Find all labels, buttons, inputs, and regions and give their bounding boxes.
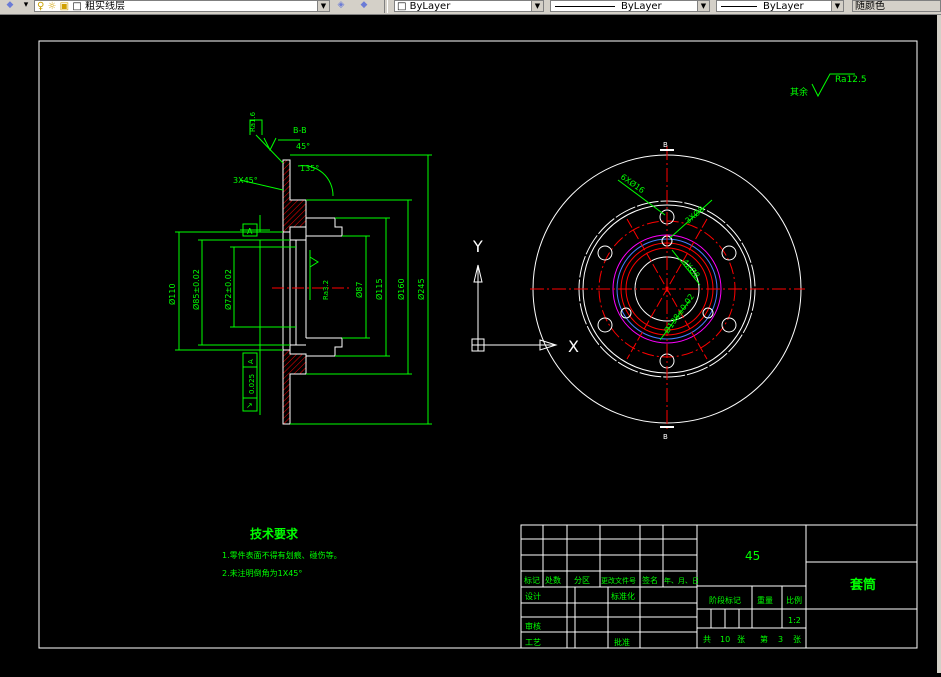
color-value: ByLayer [409,1,451,12]
lock-icon: ▣ [59,1,70,12]
chamfer-3x45-label: 3X45° [233,176,258,185]
ucs-x-label: X [568,337,579,356]
dim-left-2: Ø85±0.02 [191,269,201,310]
title-sheet-no: 3 [778,635,783,644]
section-label: B-B [293,126,307,135]
dim-right-4: Ø245 [416,278,426,300]
title-part-name: 套筒 [849,577,876,593]
chevron-down-icon[interactable]: ▼ [697,1,709,11]
title-sheet-no-prefix: 第 [760,634,768,644]
plotstyle-dropdown[interactable]: 随颜色 [852,0,941,12]
ucs-y-label: Y [472,237,483,256]
dim-left-3: Ø72±0.02 [223,269,233,310]
layer-dropdown-left-arrow-icon[interactable]: ▾ [20,0,32,11]
lineweight-dropdown[interactable]: ByLayer ▼ [716,0,844,12]
chamfer-angle-label: 45° [296,142,310,151]
tech-req-title: 技术要求 [250,526,299,541]
layer-manager-icon[interactable]: ◆ [4,0,16,11]
title-material: 45 [745,549,760,563]
title-header-count: 处数 [545,575,561,585]
dim-right-1: Ø87 [354,282,364,298]
title-row-standard: 标准化 [611,591,635,601]
title-scale-label: 比例 [786,595,802,605]
title-weight-label: 重量 [757,595,773,605]
dim-right-2: Ø115 [374,278,384,300]
ucs-icon [471,264,558,352]
roughness-note-prefix: 其余 [790,86,808,98]
front-dim-4x8: 4XØ8 [680,257,702,280]
title-sheet-total: 10 [720,635,730,644]
layer-dropdown[interactable]: ♀ ☼ ▣ □ 粗实线层 ▼ [34,0,330,12]
plotstyle-value: 随颜色 [855,1,885,12]
title-header-zone: 分区 [574,576,590,585]
section-hatch-lower [282,349,307,425]
title-stage-label: 阶段标记 [709,595,741,605]
layer-previous-icon[interactable]: ◆ [358,0,370,11]
dim-right-3: Ø160 [396,278,406,300]
layer-color-swatch-icon: □ [72,1,82,12]
linetype-value: ByLayer [621,1,662,12]
make-current-layer-icon[interactable]: ◈ [335,0,347,11]
title-header-date: 年、月、日 [664,576,699,585]
chevron-down-icon[interactable]: ▼ [531,1,543,11]
ra32-label: Ra3.2 [322,280,330,300]
title-row-review: 审核 [525,621,541,631]
datum-a-label: A [247,227,253,236]
color-swatch-icon: □ [397,1,407,12]
ra16-label: Ra1.6 [249,111,257,132]
lineweight-value: ByLayer [763,1,804,12]
title-header-doc: 更改文件号 [601,576,636,585]
cad-drawing: 其余 Ra12.5 B-B 45° 135° 3X45° Ra1.6 Ra3.2… [38,40,918,649]
linetype-sample [555,6,615,7]
tech-req-line2: 2.未注明倒角为1X45° [222,568,302,578]
lineweight-sample [721,6,757,7]
toolbar-separator [384,0,388,13]
title-sheet-unit: 张 [737,635,745,644]
layer-name: 粗实线层 [84,1,125,12]
title-scale-value: 1:2 [788,616,801,625]
angle-135-label: 135° [300,164,319,173]
section-mark-bottom: B [663,433,668,441]
chevron-down-icon[interactable]: ▼ [831,1,843,11]
front-view [530,146,805,430]
linetype-dropdown[interactable]: ByLayer ▼ [550,0,710,12]
title-row-approve: 批准 [614,637,630,647]
tech-req-line1: 1.零件表面不得有划痕、碰伤等。 [222,550,342,560]
title-sheet-total-prefix: 共 [703,635,711,644]
section-mark-top: B [663,141,668,149]
dim-left-1: Ø110 [167,283,177,305]
roughness-note-value: Ra12.5 [835,75,867,85]
title-header-mark: 标记 [524,575,540,585]
title-header-sign: 签名 [642,575,658,585]
tolerance-symbol: ↗ [246,401,253,410]
layer-properties-toolbar: ◆ ▾ ♀ ☼ ▣ □ 粗实线层 ▼ ◈ ◆ □ ByLayer ▼ ByLay… [0,0,941,15]
title-row-design: 设计 [525,591,541,601]
tolerance-value: 0.025 [248,374,256,394]
title-row-process: 工艺 [525,638,541,647]
tolerance-datum: A [247,359,255,364]
lightbulb-icon: ♀ [37,1,45,12]
vertical-scrollbar[interactable] [937,15,941,673]
title-sheet-no-unit: 张 [793,635,801,644]
sun-icon: ☼ [47,1,57,12]
chevron-down-icon[interactable]: ▼ [317,1,329,11]
drawing-canvas[interactable]: 其余 Ra12.5 B-B 45° 135° 3X45° Ra1.6 Ra3.2… [0,15,941,673]
color-dropdown[interactable]: □ ByLayer ▼ [394,0,544,12]
